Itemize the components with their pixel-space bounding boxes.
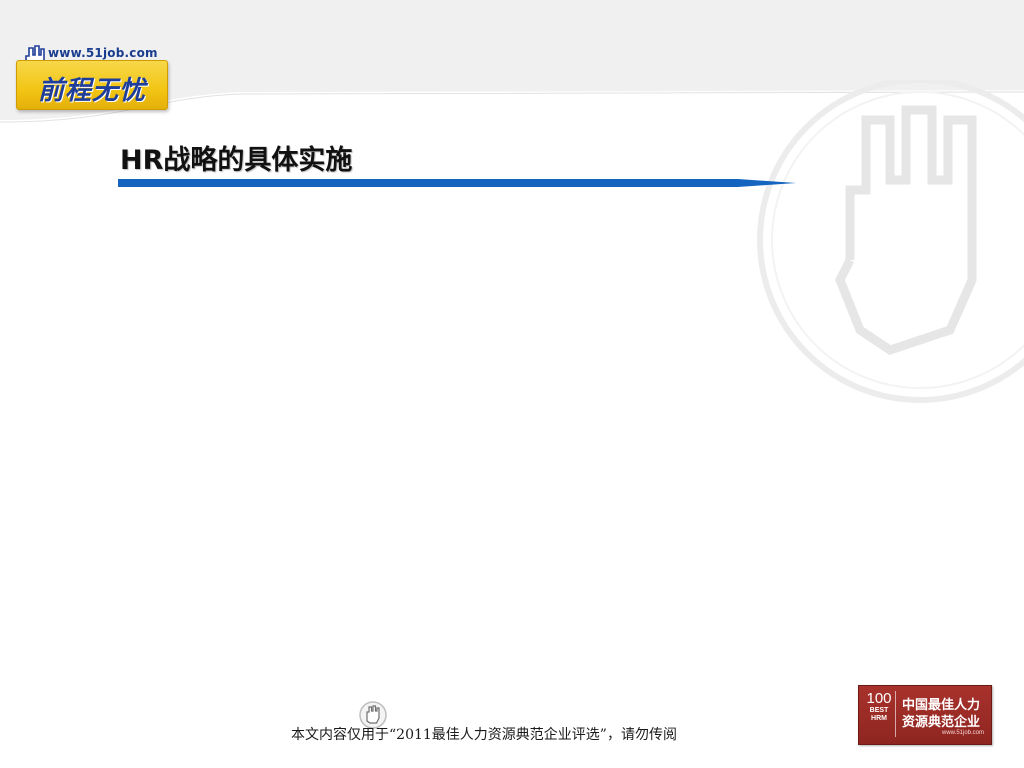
slide: www.51job.com 前程无忧 HR战略的具体实施 本文内容仅用于“201… [0, 0, 1024, 768]
hand-watermark-icon [757, 80, 1024, 403]
badge-line-2: 资源典范企业 [902, 715, 981, 730]
award-badge: 100 BEST HRM 中国最佳人力 资源典范企业 www.51job.com [858, 685, 992, 745]
badge-number: 100 [866, 690, 892, 707]
logo-url: www.51job.com [48, 46, 158, 60]
logo-brand-text: 前程无忧 [38, 76, 147, 106]
badge-url: www.51job.com [942, 730, 985, 736]
slide-title: HR战略的具体实施 [120, 145, 353, 176]
badge-100-best-hrm: 100 BEST HRM [863, 691, 896, 737]
footer-notice: 本文内容仅用于“2011最佳人力资源典范企业评选”，请勿传阅 [291, 727, 677, 743]
title-underline [118, 179, 796, 187]
badge-best: BEST [869, 707, 889, 714]
badge-hrm: HRM [871, 715, 887, 722]
